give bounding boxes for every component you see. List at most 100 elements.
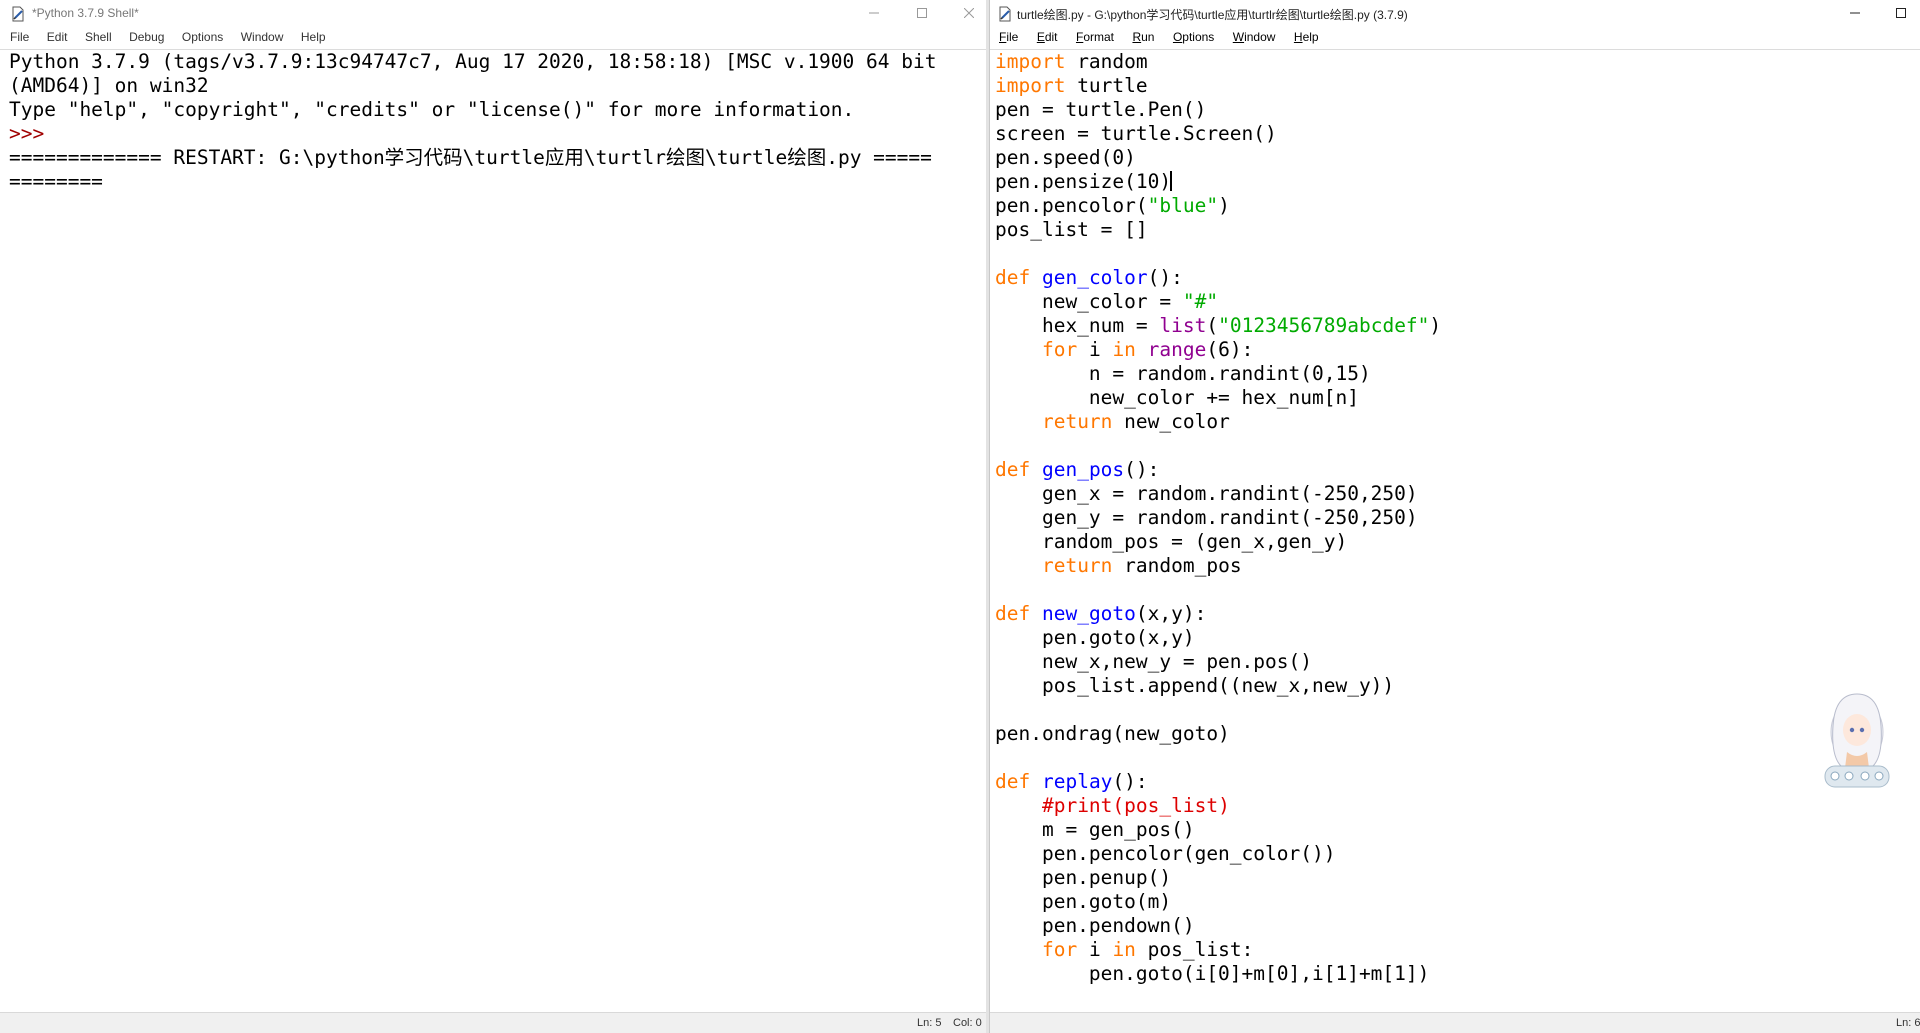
- code-line: m = gen_pos(): [995, 818, 1195, 842]
- editor-menu-edit[interactable]: Edit: [1037, 28, 1058, 44]
- anime-girl-ime-icon[interactable]: [1811, 686, 1903, 802]
- code-line: def gen_color():: [995, 266, 1183, 290]
- code-token: screen = turtle.Screen(): [995, 122, 1277, 145]
- shell-line: Type "help", "copyright", "credits" or "…: [9, 98, 855, 121]
- code-line: pen.goto(x,y): [995, 626, 1195, 650]
- editor-menu-options[interactable]: Options: [1173, 28, 1214, 44]
- code-token: ): [1218, 194, 1230, 217]
- code-editor[interactable]: import random import turtle pen = turtle.P…: [990, 50, 1920, 1013]
- code-line: for i in range(6):: [995, 338, 1253, 362]
- code-line: def replay():: [995, 770, 1148, 794]
- shell-menu-help[interactable]: Help: [301, 28, 326, 44]
- function-name-token: gen_pos: [1041, 458, 1125, 481]
- editor-line-number: Ln: 6: [1896, 1017, 1920, 1029]
- code-token: random: [1065, 50, 1148, 73]
- shell-menu-edit[interactable]: Edit: [47, 28, 68, 44]
- code-token: pen.speed(0): [995, 146, 1136, 169]
- idle-file-icon: [12, 6, 24, 22]
- code-token: ():: [1147, 266, 1183, 289]
- code-line: return new_color: [995, 410, 1230, 434]
- string-token: "blue": [1147, 194, 1219, 217]
- code-token: (x,y):: [1135, 602, 1207, 625]
- editor-menu-file[interactable]: File: [999, 28, 1018, 44]
- code-token: new_x,new_y = pen.pos(): [995, 650, 1312, 673]
- code-line: for i in pos_list:: [995, 938, 1253, 962]
- code-token: ():: [1112, 770, 1148, 793]
- keyword-token: in: [1112, 338, 1136, 361]
- code-token: pen.goto(x,y): [995, 626, 1195, 649]
- code-line: n = random.randint(0,15): [995, 362, 1371, 386]
- builtin-token: list: [1159, 314, 1207, 337]
- minimize-icon: [869, 12, 879, 14]
- shell-restart-line: ============= RESTART: G:\python学习代码\tur…: [9, 146, 932, 169]
- shell-menu-options[interactable]: Options: [182, 28, 223, 44]
- shell-menu-shell[interactable]: Shell: [85, 28, 112, 44]
- code-token: pen.pensize(10): [995, 170, 1172, 193]
- code-line: pen.ondrag(new_goto): [995, 722, 1230, 746]
- function-name-token: replay: [1041, 770, 1113, 793]
- editor-statusbar: Ln: 6: [990, 1012, 1920, 1033]
- string-token: "#": [1182, 290, 1219, 313]
- close-button[interactable]: [946, 0, 986, 27]
- editor-titlebar[interactable]: turtle绘图.py - G:\python学习代码\turtle应用\tur…: [990, 0, 1920, 27]
- shell-menubar: File Edit Shell Debug Options Window Hel…: [0, 28, 986, 50]
- minimize-button[interactable]: [1832, 0, 1878, 27]
- function-name-token: gen_color: [1041, 266, 1148, 289]
- code-line: pen = turtle.Pen(): [995, 98, 1206, 122]
- editor-title: turtle绘图.py - G:\python学习代码\turtle应用\tur…: [1017, 8, 1408, 22]
- comment-token: #print(pos_list): [1041, 794, 1230, 817]
- shell-titlebar[interactable]: *Python 3.7.9 Shell*: [0, 0, 986, 27]
- maximize-button[interactable]: [1878, 0, 1920, 27]
- code-line: new_color = "#": [995, 290, 1218, 314]
- shell-menu-window[interactable]: Window: [241, 28, 284, 44]
- code-line: pos_list.append((new_x,new_y)): [995, 674, 1394, 698]
- code-line: pen.speed(0): [995, 146, 1136, 170]
- code-token: random_pos = (gen_x,gen_y): [995, 530, 1348, 553]
- code-token: (: [1206, 314, 1219, 337]
- code-token: new_color += hex_num[n]: [995, 386, 1359, 409]
- editor-menu-run[interactable]: Run: [1132, 28, 1154, 44]
- shell-window: *Python 3.7.9 Shell* File Edit Shell Deb…: [0, 0, 987, 1033]
- shell-statusbar: Ln: 5 Col: 0: [0, 1012, 986, 1033]
- code-token: gen_x = random.randint(-250,250): [995, 482, 1418, 505]
- code-token: new_color: [1112, 410, 1230, 433]
- shell-restart-line: ========: [9, 170, 103, 193]
- code-line: pen.goto(m): [995, 890, 1171, 914]
- editor-menu-format[interactable]: Format: [1076, 28, 1114, 44]
- idle-file-icon: [999, 6, 1011, 22]
- shell-menu-file[interactable]: File: [10, 28, 29, 44]
- code-line: pen.pendown(): [995, 914, 1195, 938]
- code-line: import turtle: [995, 74, 1148, 98]
- keyword-token: for: [1041, 338, 1078, 361]
- text-cursor: [1170, 171, 1173, 191]
- minimize-button[interactable]: [851, 0, 897, 27]
- code-token: pos_list:: [1135, 938, 1254, 961]
- code-token: m = gen_pos(): [995, 818, 1195, 841]
- code-line: gen_y = random.randint(-250,250): [995, 506, 1418, 530]
- maximize-button[interactable]: [899, 0, 945, 27]
- shell-menu-debug[interactable]: Debug: [129, 28, 164, 44]
- keyword-token: return: [1041, 410, 1113, 433]
- code-token: (6):: [1206, 338, 1254, 361]
- editor-menu-window[interactable]: Window: [1233, 28, 1276, 44]
- keyword-token: def: [995, 770, 1031, 793]
- shell-line: (AMD64)] on win32: [9, 74, 209, 97]
- shell-output[interactable]: Python 3.7.9 (tags/v3.7.9:13c94747c7, Au…: [0, 50, 986, 1013]
- shell-column-number: Col: 0: [953, 1017, 982, 1029]
- editor-menu-help[interactable]: Help: [1294, 28, 1319, 44]
- shell-title: *Python 3.7.9 Shell*: [32, 6, 139, 20]
- builtin-token: range: [1147, 338, 1207, 361]
- code-line: import random: [995, 50, 1148, 74]
- code-line: new_x,new_y = pen.pos(): [995, 650, 1312, 674]
- code-token: ): [1429, 314, 1442, 337]
- code-token: pen = turtle.Pen(): [995, 98, 1207, 121]
- shell-prompt: >>>: [9, 122, 56, 145]
- keyword-token: return: [1041, 554, 1113, 577]
